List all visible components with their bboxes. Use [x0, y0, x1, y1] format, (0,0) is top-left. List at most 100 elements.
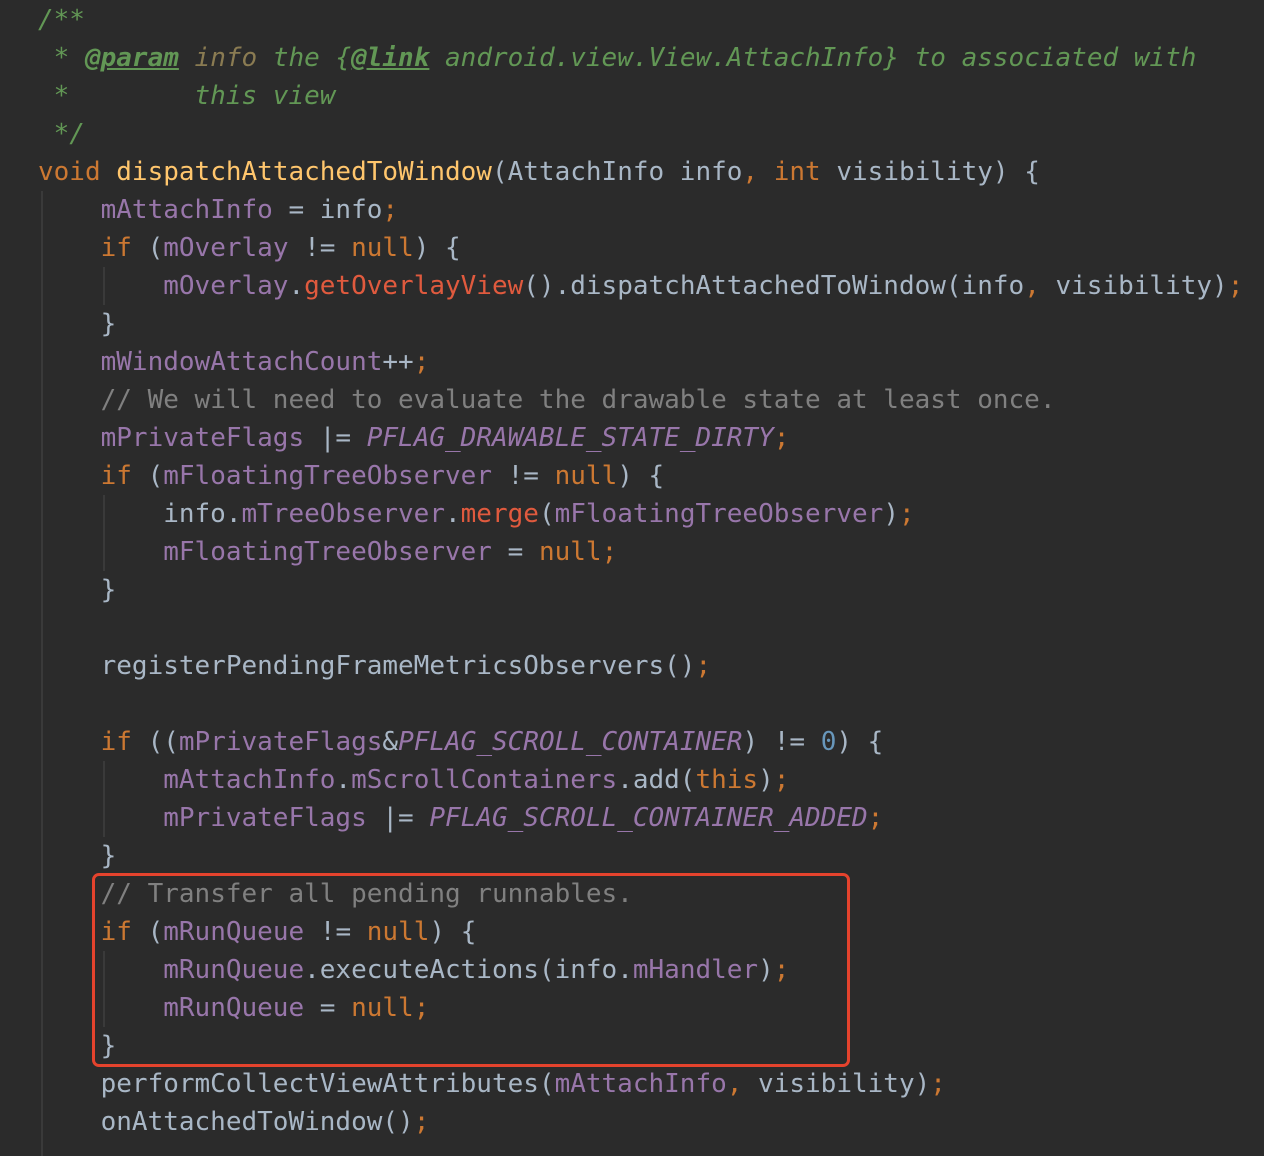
punctuation-token: ; [382, 195, 399, 225]
plain-token: .add( [617, 765, 696, 795]
plain-token: } [38, 575, 117, 605]
punctuation-token: ; [695, 651, 712, 681]
code-line[interactable]: info.mTreeObserver.merge(mFloatingTreeOb… [38, 495, 1243, 533]
plain-token: (( [131, 727, 179, 757]
code-line[interactable]: if ((mPrivateFlags&PFLAG_SCROLL_CONTAINE… [38, 723, 1243, 761]
code-line[interactable]: onAttachedToWindow(); [38, 1103, 1243, 1141]
field-token: mOverlay [163, 271, 289, 301]
field-token: mRunQueue [163, 917, 305, 947]
code-text-area[interactable]: /** * @param info the {@link android.vie… [38, 1, 1243, 1141]
code-line[interactable]: mOverlay.getOverlayView().dispatchAttach… [38, 267, 1243, 305]
code-line[interactable]: mAttachInfo.mScrollContainers.add(this); [38, 761, 1243, 799]
plain-token: ().dispatchAttachedToWindow(info [523, 271, 1025, 301]
code-line[interactable]: if (mOverlay != null) { [38, 229, 1243, 267]
constant-token: PFLAG_SCROLL_CONTAINER_ADDED [429, 803, 868, 833]
code-line[interactable]: } [38, 305, 1243, 343]
code-line[interactable]: mWindowAttachCount++; [38, 343, 1243, 381]
doc-comment-token: android.view.View.AttachInfo} to associa… [429, 43, 1197, 73]
code-line[interactable]: } [38, 837, 1243, 875]
punctuation-token: ; [930, 1069, 946, 1099]
doc-comment-token: */ [38, 119, 85, 149]
field-token: mAttachInfo [100, 195, 273, 225]
doc-tag-token: @link [351, 43, 430, 73]
code-editor[interactable]: /** * @param info the {@link android.vie… [0, 0, 1264, 1156]
code-line[interactable]: mRunQueue = null; [38, 989, 1243, 1027]
punctuation-token: , [1024, 271, 1040, 301]
punctuation-token: , [742, 157, 759, 187]
plain-token: visibility) [742, 1069, 931, 1099]
code-line[interactable] [38, 685, 1243, 723]
code-line[interactable] [38, 609, 1243, 647]
punctuation-token: ; [413, 1107, 430, 1137]
field-token: mPrivateFlags [178, 727, 383, 757]
code-line[interactable]: } [38, 1027, 1243, 1065]
plain-token: ( [538, 499, 555, 529]
plain-token: ) { [617, 461, 665, 491]
field-token: mAttachInfo [554, 1069, 727, 1099]
field-token: mScrollContainers [351, 765, 618, 795]
code-line[interactable]: // Transfer all pending runnables. [38, 875, 1243, 913]
keyword-token: null [351, 993, 414, 1023]
code-line[interactable]: mRunQueue.executeActions(info.mHandler); [38, 951, 1243, 989]
punctuation-token: ; [413, 993, 430, 1023]
code-line[interactable]: * this view [38, 77, 1243, 115]
keyword-token: if [100, 917, 132, 947]
plain-token: |= [304, 423, 367, 453]
field-token: mRunQueue [163, 955, 305, 985]
doc-comment-token: the { [257, 43, 352, 73]
code-line[interactable]: mPrivateFlags |= PFLAG_SCROLL_CONTAINER_… [38, 799, 1243, 837]
constant-token: PFLAG_SCROLL_CONTAINER [398, 727, 743, 757]
code-line[interactable]: registerPendingFrameMetricsObservers(); [38, 647, 1243, 685]
plain-token: } [38, 1031, 117, 1061]
code-line[interactable]: mPrivateFlags |= PFLAG_DRAWABLE_STATE_DI… [38, 419, 1243, 457]
plain-token: ) [758, 955, 774, 985]
code-line[interactable]: } [38, 571, 1243, 609]
punctuation-token: ; [1227, 271, 1244, 301]
punctuation-token: ; [413, 347, 430, 377]
code-line[interactable]: void dispatchAttachedToWindow(AttachInfo… [38, 153, 1243, 191]
plain-token: visibility) [1039, 271, 1228, 301]
code-line[interactable]: mAttachInfo = info; [38, 191, 1243, 229]
field-token: mFloatingTreeObserver [163, 537, 492, 567]
keyword-token: int [773, 157, 821, 187]
method-highlight-token: merge [460, 499, 539, 529]
line-comment-token: // We will need to evaluate the drawable… [100, 385, 1056, 415]
code-line[interactable]: if (mFloatingTreeObserver != null) { [38, 457, 1243, 495]
field-token: mPrivateFlags [163, 803, 367, 833]
doc-comment-token: * this view [38, 81, 336, 111]
plain-token: .executeActions(info. [304, 955, 633, 985]
code-line[interactable]: if (mRunQueue != null) { [38, 913, 1243, 951]
code-line[interactable]: /** [38, 1, 1243, 39]
method-declaration-token: dispatchAttachedToWindow [116, 157, 492, 187]
line-comment-token: // Transfer all pending runnables. [100, 879, 633, 909]
code-line[interactable]: * @param info the {@link android.view.Vi… [38, 39, 1243, 77]
code-line[interactable]: mFloatingTreeObserver = null; [38, 533, 1243, 571]
doc-comment-token: /** [38, 5, 85, 35]
plain-token: ( [131, 461, 164, 491]
code-line[interactable]: performCollectViewAttributes(mAttachInfo… [38, 1065, 1243, 1103]
field-token: mWindowAttachCount [100, 347, 383, 377]
plain-token: = info [272, 195, 383, 225]
punctuation-token: ; [773, 765, 790, 795]
punctuation-token: , [726, 1069, 743, 1099]
plain-token: visibility) { [820, 157, 1040, 187]
code-line[interactable]: */ [38, 115, 1243, 153]
field-token: mAttachInfo [163, 765, 336, 795]
code-line[interactable]: // We will need to evaluate the drawable… [38, 381, 1243, 419]
plain-token: . [335, 765, 352, 795]
keyword-token: if [100, 727, 132, 757]
field-token: mRunQueue [163, 993, 305, 1023]
plain-token: ( [131, 233, 164, 263]
plain-token: = [304, 993, 352, 1023]
